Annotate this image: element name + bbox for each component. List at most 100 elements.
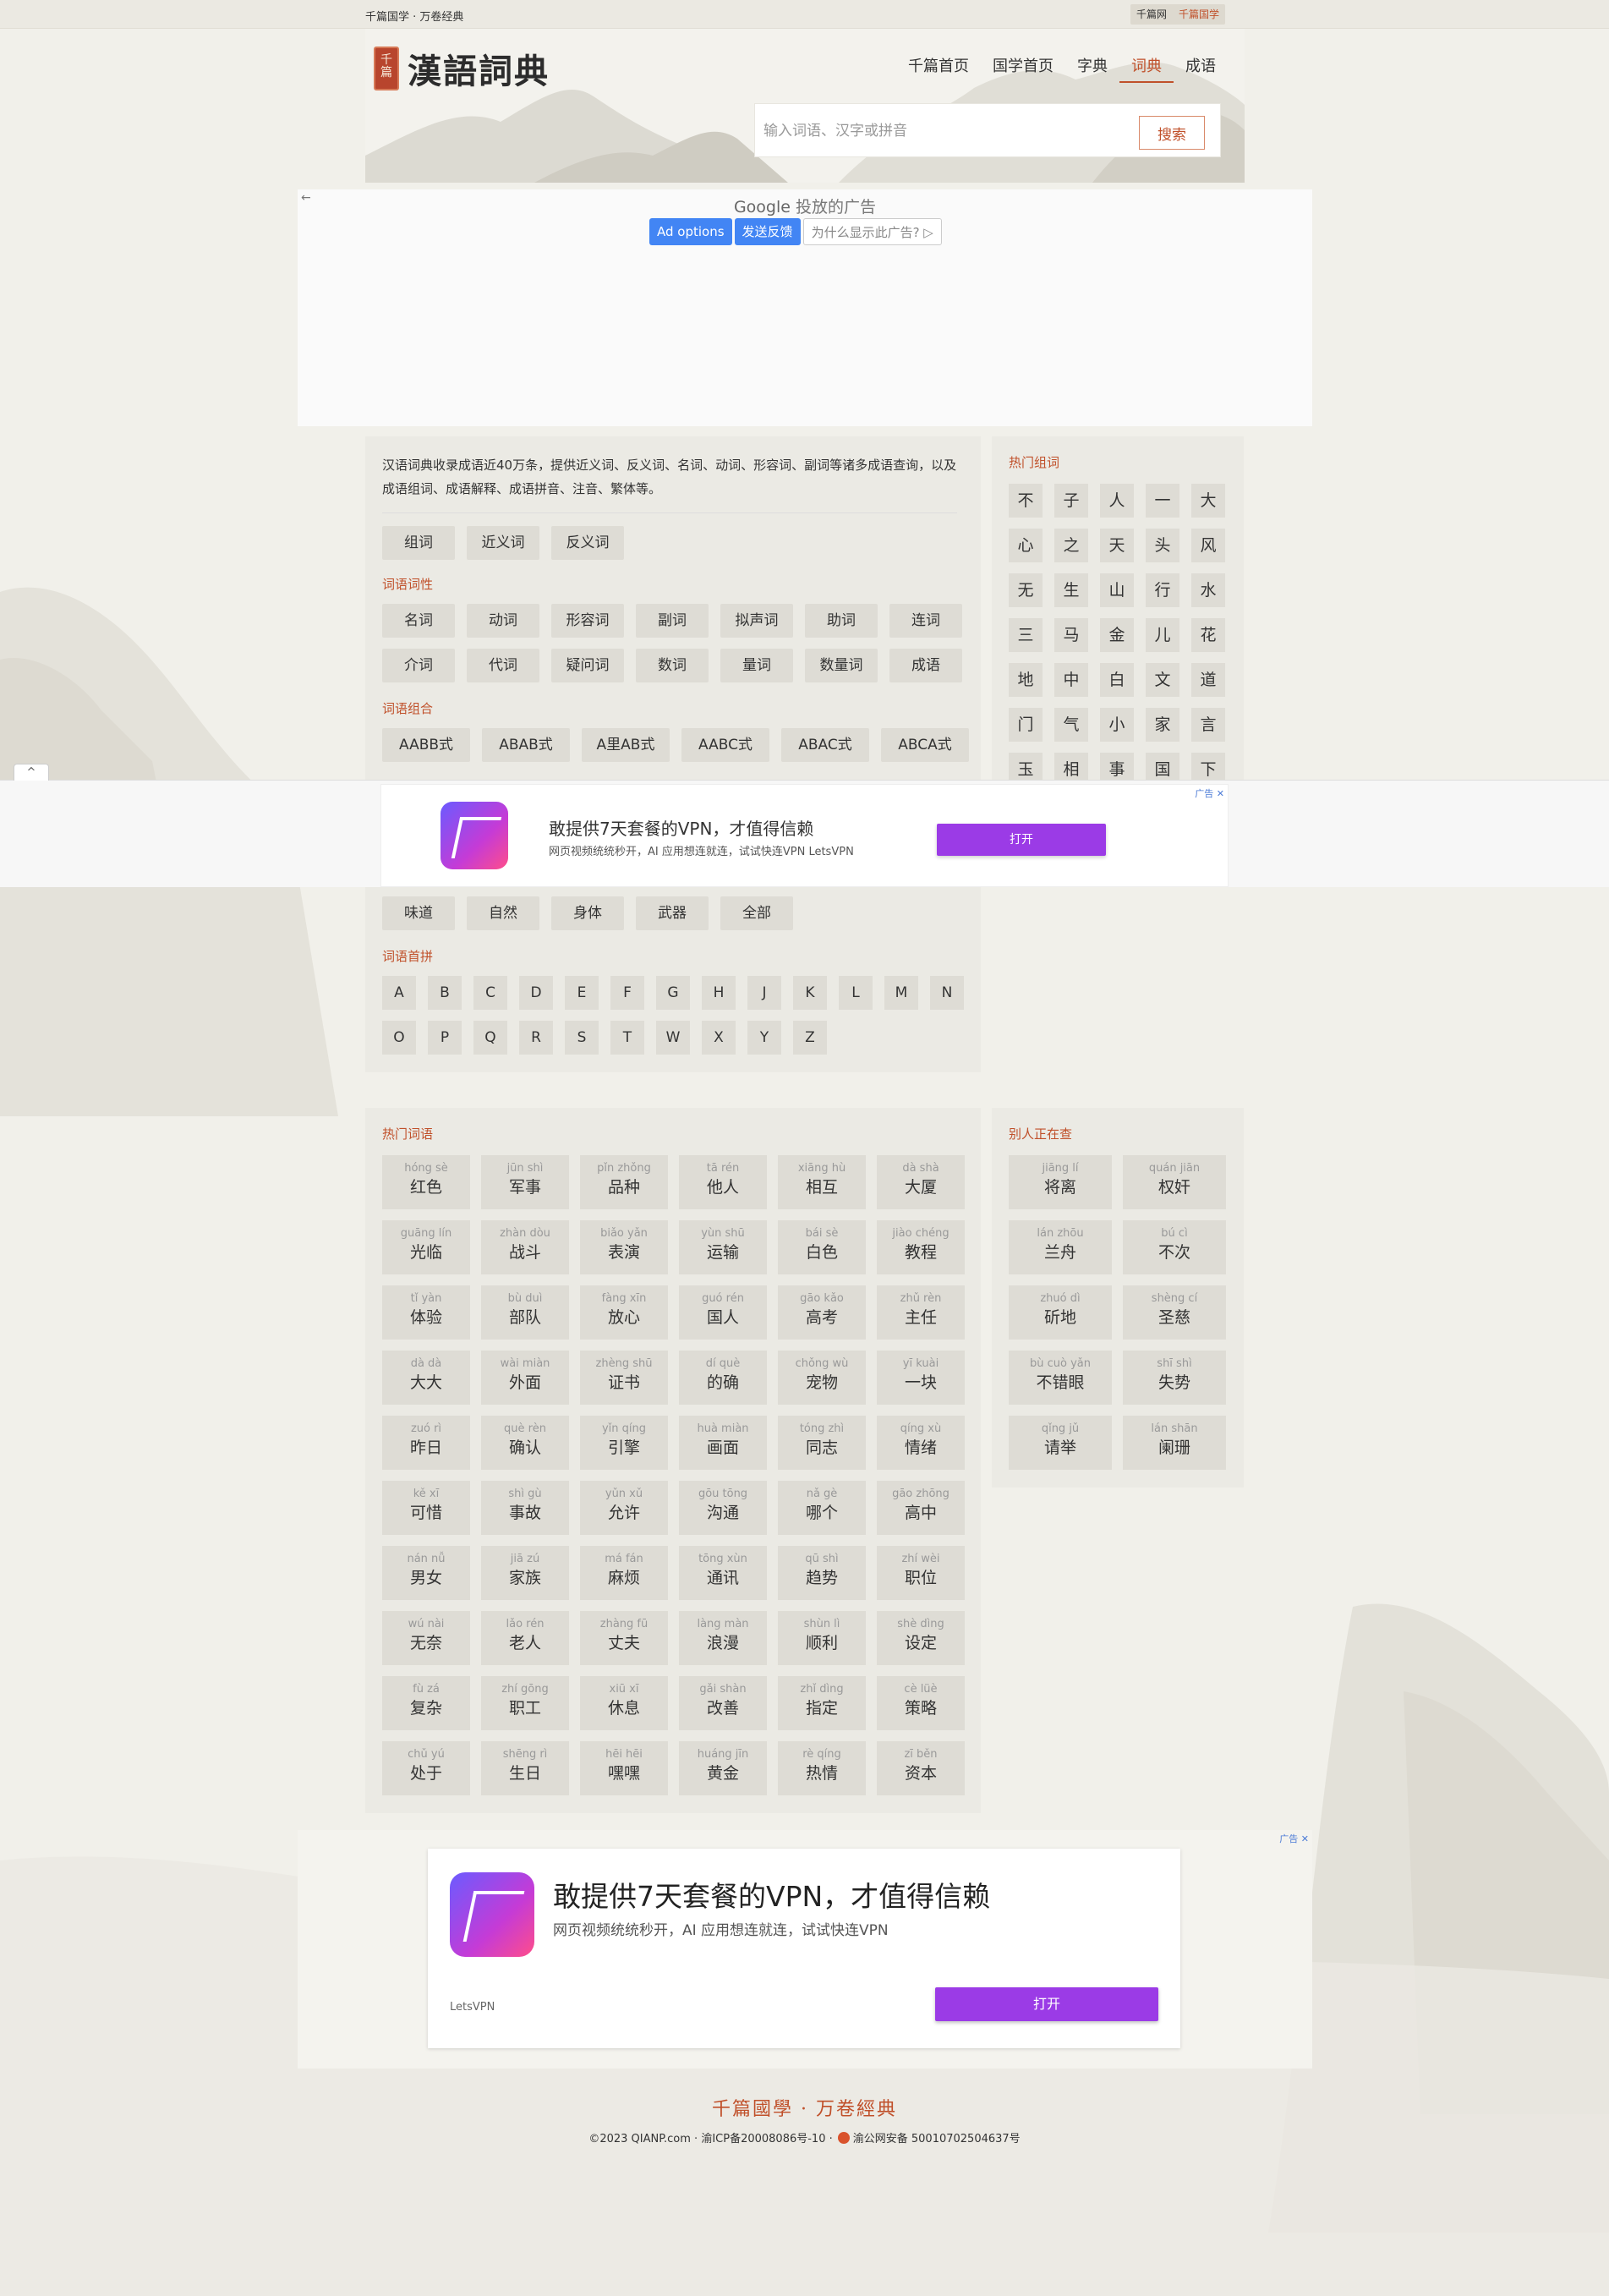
tag-pos[interactable]: 疑问词	[551, 649, 624, 682]
letter-link[interactable]: C	[473, 976, 507, 1010]
hot-char-item[interactable]: 山	[1100, 573, 1134, 607]
word-card[interactable]: gǎi shàn 改善	[679, 1676, 767, 1730]
tag-pos[interactable]: 拟声词	[720, 604, 793, 638]
letter-link[interactable]: Q	[473, 1021, 507, 1055]
word-card[interactable]: xiū xī 休息	[580, 1676, 668, 1730]
word-card[interactable]: zuó rì 昨日	[382, 1416, 470, 1470]
hot-char-item[interactable]: 天	[1100, 529, 1134, 562]
site-link-qianpian[interactable]: 千篇网	[1130, 4, 1173, 25]
letter-link[interactable]: R	[519, 1021, 553, 1055]
tag-pos[interactable]: 数量词	[805, 649, 878, 682]
search-button[interactable]: 搜索	[1139, 116, 1205, 150]
tag-theme-all[interactable]: 全部	[720, 896, 793, 930]
nav-item-guoxue[interactable]: 国学首页	[981, 52, 1065, 83]
word-card[interactable]: gāo kǎo 高考	[778, 1285, 866, 1340]
letter-link[interactable]: H	[702, 976, 736, 1010]
ad-open-button[interactable]: 打开	[935, 1987, 1158, 2021]
letter-link[interactable]: M	[884, 976, 918, 1010]
hot-char-item[interactable]: 风	[1191, 529, 1225, 562]
hot-char-item[interactable]: 儿	[1146, 618, 1179, 652]
nav-item-home[interactable]: 千篇首页	[896, 52, 981, 83]
letter-link[interactable]: W	[656, 1021, 690, 1055]
tag-combo[interactable]: ABAB式	[482, 728, 570, 762]
letter-link[interactable]: D	[519, 976, 553, 1010]
word-card[interactable]: qǐng jǔ 请举	[1009, 1416, 1112, 1470]
letter-link[interactable]: Z	[793, 1021, 827, 1055]
word-card[interactable]: làng màn 浪漫	[679, 1611, 767, 1665]
word-card[interactable]: chǒng wù 宠物	[778, 1351, 866, 1405]
word-card[interactable]: zhí wèi 职位	[877, 1546, 965, 1600]
word-card[interactable]: bù cuò yǎn 不错眼	[1009, 1351, 1112, 1405]
hot-char-item[interactable]: 子	[1054, 484, 1088, 518]
tag-pos[interactable]: 量词	[720, 649, 793, 682]
letter-link[interactable]: A	[382, 976, 416, 1010]
tag-pos[interactable]: 代词	[467, 649, 539, 682]
word-card[interactable]: bú cì 不次	[1123, 1220, 1226, 1274]
hot-char-item[interactable]: 人	[1100, 484, 1134, 518]
word-card[interactable]: rè qíng 热情	[778, 1741, 866, 1795]
hot-char-item[interactable]: 三	[1009, 618, 1043, 652]
hot-char-item[interactable]: 水	[1191, 573, 1225, 607]
word-card[interactable]: shēng rì 生日	[481, 1741, 569, 1795]
letter-link[interactable]: Y	[747, 1021, 781, 1055]
word-card[interactable]: shī shì 失势	[1123, 1351, 1226, 1405]
word-card[interactable]: jūn shì 军事	[481, 1155, 569, 1209]
ad-card[interactable]: 敢提供7天套餐的VPN，才值得信赖 网页视频统统秒开，AI 应用想连就连，试试快…	[380, 784, 1229, 887]
tag-theme[interactable]: 武器	[636, 896, 709, 930]
collapse-ad-icon[interactable]: ^	[14, 764, 49, 781]
tag-combo[interactable]: ABCA式	[881, 728, 969, 762]
word-card[interactable]: shùn lì 顺利	[778, 1611, 866, 1665]
word-card[interactable]: dí què 的确	[679, 1351, 767, 1405]
tag-pos[interactable]: 动词	[467, 604, 539, 638]
word-card[interactable]: gōu tōng 沟通	[679, 1481, 767, 1535]
letter-link[interactable]: X	[702, 1021, 736, 1055]
ad-open-button[interactable]: 打开	[937, 824, 1106, 856]
hot-char-item[interactable]: 金	[1100, 618, 1134, 652]
site-brand-text[interactable]: 千篇国学 · 万卷经典	[365, 8, 463, 24]
letter-link[interactable]: K	[793, 976, 827, 1010]
word-card[interactable]: hēi hēi 嘿嘿	[580, 1741, 668, 1795]
letter-link[interactable]: S	[565, 1021, 599, 1055]
word-card[interactable]: jiào chéng 教程	[877, 1220, 965, 1274]
hot-char-item[interactable]: 行	[1146, 573, 1179, 607]
word-card[interactable]: fù zá 复杂	[382, 1676, 470, 1730]
hot-char-item[interactable]: 玉	[1009, 753, 1043, 782]
word-card[interactable]: tóng zhì 同志	[778, 1416, 866, 1470]
letter-link[interactable]: J	[747, 976, 781, 1010]
hot-char-item[interactable]: 头	[1146, 529, 1179, 562]
ad-why-button[interactable]: 为什么显示此广告? ▷	[802, 218, 942, 245]
word-card[interactable]: huáng jīn 黄金	[679, 1741, 767, 1795]
site-link-guoxue[interactable]: 千篇国学	[1173, 4, 1225, 25]
nav-item-chengyu[interactable]: 成语	[1174, 52, 1228, 83]
tag-theme[interactable]: 自然	[467, 896, 539, 930]
hot-char-item[interactable]: 相	[1054, 753, 1088, 782]
hot-char-item[interactable]: 生	[1054, 573, 1088, 607]
tag-zuci[interactable]: 组词	[382, 526, 455, 560]
word-card[interactable]: zhǔ rèn 主任	[877, 1285, 965, 1340]
ad-close-icon[interactable]: 广告 ✕	[1279, 1832, 1309, 1845]
word-card[interactable]: jiāng lí 将离	[1009, 1155, 1112, 1209]
word-card[interactable]: huà miàn 画面	[679, 1416, 767, 1470]
ad-feedback-button[interactable]: 发送反馈	[734, 218, 801, 245]
word-card[interactable]: hóng sè 红色	[382, 1155, 470, 1209]
word-card[interactable]: tǐ yàn 体验	[382, 1285, 470, 1340]
word-card[interactable]: cè lüè 策略	[877, 1676, 965, 1730]
word-card[interactable]: guó rén 国人	[679, 1285, 767, 1340]
tag-pos[interactable]: 连词	[889, 604, 962, 638]
hot-char-item[interactable]: 小	[1100, 708, 1134, 742]
word-card[interactable]: dà dà 大大	[382, 1351, 470, 1405]
tag-combo[interactable]: AABB式	[382, 728, 470, 762]
word-card[interactable]: shèng cí 圣慈	[1123, 1285, 1226, 1340]
word-card[interactable]: kě xī 可惜	[382, 1481, 470, 1535]
hot-char-item[interactable]: 家	[1146, 708, 1179, 742]
word-card[interactable]: zhí gōng 职工	[481, 1676, 569, 1730]
word-card[interactable]: yùn shū 运输	[679, 1220, 767, 1274]
word-card[interactable]: nǎ gè 哪个	[778, 1481, 866, 1535]
hot-char-item[interactable]: 地	[1009, 663, 1043, 697]
ad-close-icon[interactable]: 广告 ✕	[1195, 786, 1224, 800]
word-card[interactable]: shè dìng 设定	[877, 1611, 965, 1665]
word-card[interactable]: qū shì 趋势	[778, 1546, 866, 1600]
word-card[interactable]: zhèng shū 证书	[580, 1351, 668, 1405]
word-card[interactable]: dà shà 大厦	[877, 1155, 965, 1209]
letter-link[interactable]: G	[656, 976, 690, 1010]
